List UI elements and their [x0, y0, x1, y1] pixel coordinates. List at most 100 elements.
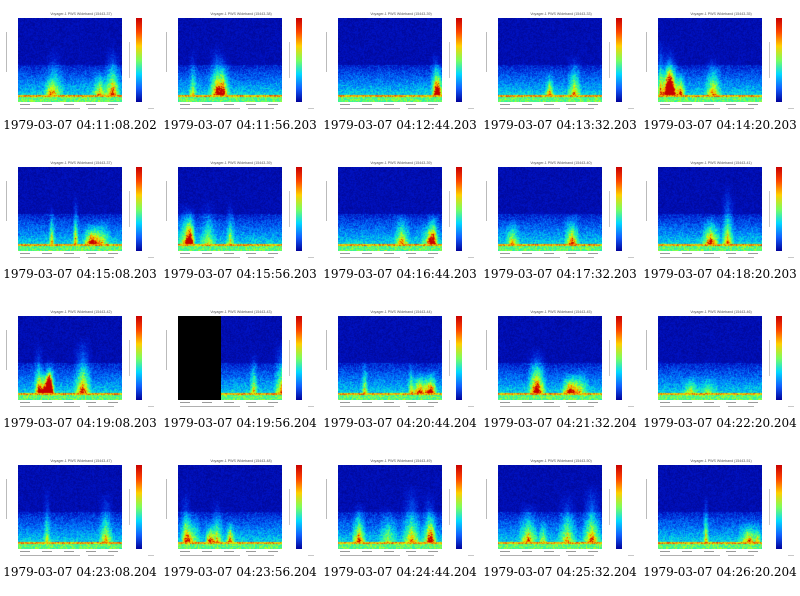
thumbnail-cell: Voyager-1 PWS Wideband (15443-39) 1979-0…: [320, 0, 480, 149]
plot-stamp: [148, 108, 154, 109]
plot-stamp: [468, 257, 474, 258]
x-axis-date-label: [178, 406, 282, 408]
spectrogram-thumbnail[interactable]: Voyager-1 PWS Wideband (15443-39): [326, 161, 476, 265]
thumbnail-title: Voyager-1 PWS Wideband (15443-39): [370, 161, 432, 165]
spectrogram-thumbnail[interactable]: Voyager-1 PWS Wideband (15443-51): [646, 459, 796, 563]
plot-stamp: [468, 406, 474, 407]
colorbar: [616, 167, 622, 251]
colorbar-label: [129, 489, 130, 525]
thumbnail-title: Voyager-1 PWS Wideband (15443-42): [50, 310, 112, 314]
colorbar: [136, 167, 142, 251]
y-axis-label: [645, 32, 649, 72]
spectrogram-thumbnail[interactable]: Voyager-1 PWS Wideband (15443-40): [486, 161, 636, 265]
colorbar: [136, 465, 142, 549]
spectrogram-image: [178, 465, 282, 549]
data-gap-panel: [178, 316, 221, 400]
spectrogram-thumbnail[interactable]: Voyager-1 PWS Wideband (15443-41): [646, 161, 796, 265]
plot-stamp: [148, 555, 154, 556]
thumbnail-title: Voyager-1 PWS Wideband (15443-50): [530, 459, 592, 463]
timestamp-caption: 1979-03-07 04:23:08.204: [3, 565, 157, 579]
colorbar: [296, 18, 302, 102]
thumbnail-cell: Voyager-1 PWS Wideband (15443-37) 1979-0…: [0, 0, 160, 149]
spectrogram-image: [178, 167, 282, 251]
spectrogram-thumbnail[interactable]: Voyager-1 PWS Wideband (15443-47): [6, 459, 156, 563]
timestamp-caption: 1979-03-07 04:16:44.203: [323, 267, 477, 281]
y-axis-label: [5, 479, 9, 519]
thumbnail-cell: Voyager-1 PWS Wideband (15443-40) 1979-0…: [480, 149, 640, 298]
timestamp-caption: 1979-03-07 04:24:44.204: [323, 565, 477, 579]
x-axis-date-label: [658, 108, 762, 110]
colorbar-label: [609, 340, 610, 376]
thumbnail-cell: Voyager-1 PWS Wideband (15443-51) 1979-0…: [640, 447, 800, 596]
thumbnail-cell: Voyager-1 PWS Wideband (15443-49) 1979-0…: [320, 447, 480, 596]
spectrogram-thumbnail[interactable]: Voyager-1 PWS Wideband (15443-37): [6, 12, 156, 116]
plot-stamp: [308, 257, 314, 258]
thumbnail-title: Voyager-1 PWS Wideband (15443-39): [370, 12, 432, 16]
spectrogram-thumbnail[interactable]: Voyager-1 PWS Wideband (15443-38): [166, 12, 316, 116]
spectrogram-thumbnail[interactable]: Voyager-1 PWS Wideband (15443-37): [6, 161, 156, 265]
spectrogram-thumbnail[interactable]: Voyager-1 PWS Wideband (15443-39): [166, 161, 316, 265]
thumbnail-cell: Voyager-1 PWS Wideband (15443-39) 1979-0…: [320, 149, 480, 298]
spectrogram-thumbnail[interactable]: Voyager-1 PWS Wideband (15443-45): [486, 310, 636, 414]
colorbar: [776, 167, 782, 251]
colorbar: [136, 316, 142, 400]
x-axis-date-label: [338, 257, 442, 259]
thumbnail-title: Voyager-1 PWS Wideband (15443-43): [210, 310, 272, 314]
spectrogram-image: [338, 167, 442, 251]
timestamp-caption: 1979-03-07 04:19:56.204: [163, 416, 317, 430]
y-axis-label: [165, 330, 169, 370]
thumbnail-cell: Voyager-1 PWS Wideband (15443-47) 1979-0…: [0, 447, 160, 596]
colorbar-label: [289, 340, 290, 376]
colorbar: [616, 18, 622, 102]
x-axis-date-label: [18, 108, 122, 110]
spectrogram-image: [178, 18, 282, 102]
spectrogram-image: [498, 167, 602, 251]
spectrogram-thumbnail[interactable]: Voyager-1 PWS Wideband (15443-42): [6, 310, 156, 414]
thumbnail-title: Voyager-1 PWS Wideband (15443-33): [530, 12, 592, 16]
spectrogram-thumbnail[interactable]: Voyager-1 PWS Wideband (15443-43): [166, 310, 316, 414]
timestamp-caption: 1979-03-07 04:25:32.204: [483, 565, 637, 579]
thumbnail-title: Voyager-1 PWS Wideband (15443-38): [210, 12, 272, 16]
x-axis-date-label: [18, 406, 122, 408]
spectrogram-thumbnail[interactable]: Voyager-1 PWS Wideband (15443-44): [326, 310, 476, 414]
y-axis-label: [325, 181, 329, 221]
thumbnail-title: Voyager-1 PWS Wideband (15443-39): [210, 161, 272, 165]
x-axis-date-label: [178, 108, 282, 110]
colorbar-label: [609, 42, 610, 78]
colorbar-label: [289, 489, 290, 525]
thumbnail-cell: Voyager-1 PWS Wideband (15443-41) 1979-0…: [640, 149, 800, 298]
colorbar: [296, 316, 302, 400]
spectrogram-thumbnail[interactable]: Voyager-1 PWS Wideband (15443-39): [326, 12, 476, 116]
plot-stamp: [308, 555, 314, 556]
spectrogram-image: [498, 465, 602, 549]
spectrogram-thumbnail[interactable]: Voyager-1 PWS Wideband (15443-35): [646, 12, 796, 116]
x-axis-date-label: [498, 406, 602, 408]
y-axis-label: [5, 181, 9, 221]
thumbnail-cell: Voyager-1 PWS Wideband (15443-43) 1979-0…: [160, 298, 320, 447]
colorbar-label: [769, 191, 770, 227]
thumbnail-title: Voyager-1 PWS Wideband (15443-44): [370, 310, 432, 314]
thumbnail-title: Voyager-1 PWS Wideband (15443-47): [50, 459, 112, 463]
spectrogram-image: [338, 465, 442, 549]
spectrogram-image: [338, 18, 442, 102]
timestamp-caption: 1979-03-07 04:21:32.204: [483, 416, 637, 430]
thumbnail-cell: Voyager-1 PWS Wideband (15443-42) 1979-0…: [0, 298, 160, 447]
spectrogram-thumbnail[interactable]: Voyager-1 PWS Wideband (15443-48): [166, 459, 316, 563]
spectrogram-image: [498, 316, 602, 400]
thumbnail-title: Voyager-1 PWS Wideband (15443-35): [690, 12, 752, 16]
x-axis-date-label: [658, 406, 762, 408]
spectrogram-thumbnail[interactable]: Voyager-1 PWS Wideband (15443-49): [326, 459, 476, 563]
colorbar: [456, 18, 462, 102]
spectrogram-image: [18, 465, 122, 549]
spectrogram-thumbnail[interactable]: Voyager-1 PWS Wideband (15443-50): [486, 459, 636, 563]
thumbnail-title: Voyager-1 PWS Wideband (15443-40): [530, 161, 592, 165]
x-axis-date-label: [658, 555, 762, 557]
thumbnail-cell: Voyager-1 PWS Wideband (15443-37) 1979-0…: [0, 149, 160, 298]
timestamp-caption: 1979-03-07 04:17:32.203: [483, 267, 637, 281]
x-axis-date-label: [498, 555, 602, 557]
spectrogram-thumbnail[interactable]: Voyager-1 PWS Wideband (15443-33): [486, 12, 636, 116]
y-axis-label: [165, 181, 169, 221]
colorbar: [776, 316, 782, 400]
thumbnail-cell: Voyager-1 PWS Wideband (15443-50) 1979-0…: [480, 447, 640, 596]
spectrogram-thumbnail[interactable]: Voyager-1 PWS Wideband (15443-46): [646, 310, 796, 414]
